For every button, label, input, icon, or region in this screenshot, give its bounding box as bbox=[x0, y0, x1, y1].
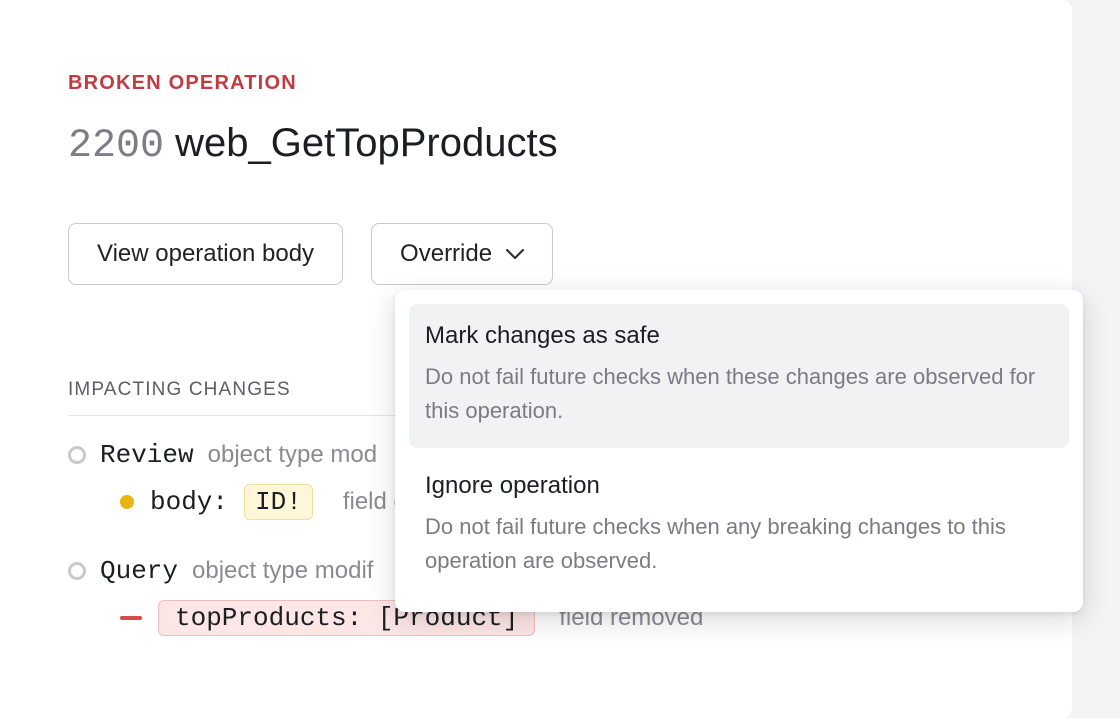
operation-name: web_GetTopProducts bbox=[175, 121, 557, 165]
impacting-changes-heading: IMPACTING CHANGES bbox=[68, 379, 408, 416]
dropdown-item-mark-safe[interactable]: Mark changes as safe Do not fail future … bbox=[409, 304, 1069, 448]
minus-icon bbox=[120, 616, 142, 620]
operation-count: 2200 bbox=[68, 124, 164, 169]
override-button[interactable]: Override bbox=[371, 223, 553, 285]
type-name: Review bbox=[100, 440, 194, 470]
open-circle-icon bbox=[68, 562, 86, 580]
operation-title: 2200 web_GetTopProducts bbox=[68, 121, 1004, 169]
dropdown-item-title: Mark changes as safe bbox=[425, 322, 1053, 350]
broken-operation-label: BROKEN OPERATION bbox=[68, 72, 1004, 95]
type-note: object type mod bbox=[208, 441, 377, 469]
yellow-dot-icon bbox=[120, 495, 134, 509]
type-note: object type modif bbox=[192, 557, 373, 585]
override-label: Override bbox=[400, 240, 492, 268]
dropdown-item-description: Do not fail future checks when these cha… bbox=[425, 360, 1053, 428]
dropdown-item-title: Ignore operation bbox=[425, 472, 1053, 500]
view-operation-body-label: View operation body bbox=[97, 240, 314, 268]
override-dropdown: Mark changes as safe Do not fail future … bbox=[395, 290, 1083, 612]
field-type-badge: ID! bbox=[244, 484, 313, 520]
field-label: body: bbox=[150, 487, 228, 517]
dropdown-item-description: Do not fail future checks when any break… bbox=[425, 510, 1053, 578]
dropdown-item-ignore-operation[interactable]: Ignore operation Do not fail future chec… bbox=[409, 454, 1069, 598]
chevron-down-icon bbox=[506, 249, 524, 260]
open-circle-icon bbox=[68, 446, 86, 464]
view-operation-body-button[interactable]: View operation body bbox=[68, 223, 343, 285]
type-name: Query bbox=[100, 556, 178, 586]
